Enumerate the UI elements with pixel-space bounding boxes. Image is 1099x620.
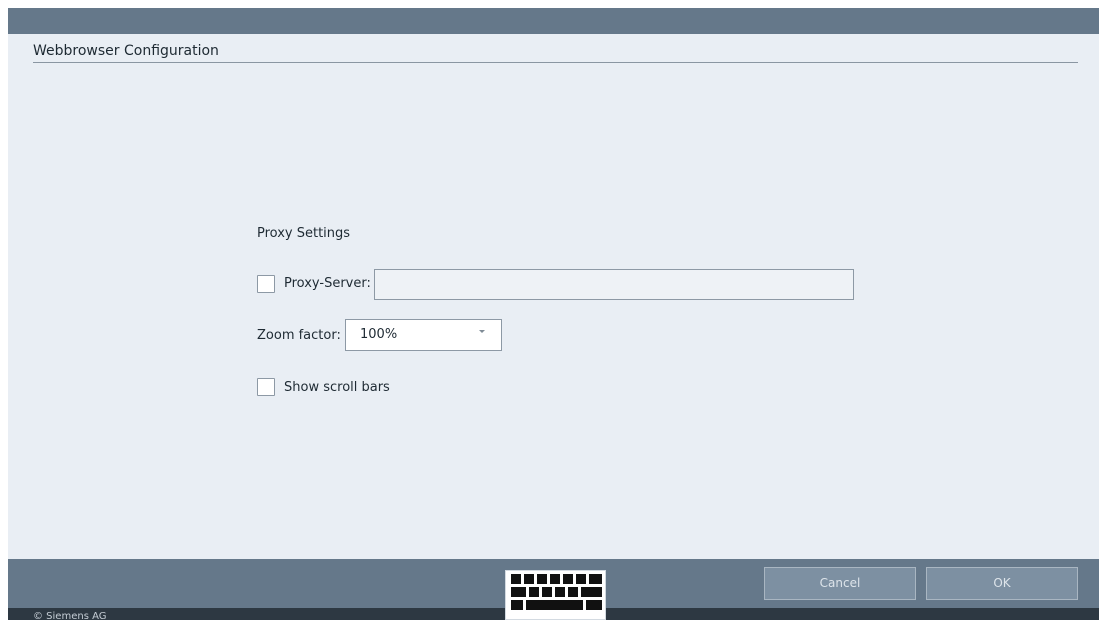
- copyright-text: © Siemens AG: [33, 611, 107, 620]
- show-scroll-bars-checkbox[interactable]: [257, 378, 275, 396]
- keyboard-button[interactable]: [505, 570, 606, 620]
- zoom-factor-dropdown[interactable]: 100%: [345, 319, 502, 351]
- top-bar: [8, 8, 1099, 34]
- zoom-factor-label: Zoom factor:: [257, 328, 341, 343]
- ok-button[interactable]: OK: [926, 567, 1078, 600]
- proxy-server-label: Proxy-Server:: [284, 276, 371, 291]
- keyboard-icon: [511, 574, 602, 610]
- chevron-down-icon: [479, 330, 485, 333]
- proxy-server-input[interactable]: [374, 269, 854, 300]
- proxy-server-checkbox[interactable]: [257, 275, 275, 293]
- proxy-section-title: Proxy Settings: [257, 226, 351, 241]
- zoom-factor-value: 100%: [360, 327, 398, 342]
- dialog-window: Webbrowser Configuration Proxy Settings …: [8, 8, 1099, 620]
- title-divider: [33, 62, 1078, 63]
- page-title: Webbrowser Configuration: [33, 43, 219, 59]
- cancel-button[interactable]: Cancel: [764, 567, 916, 600]
- show-scroll-bars-label: Show scroll bars: [284, 380, 390, 395]
